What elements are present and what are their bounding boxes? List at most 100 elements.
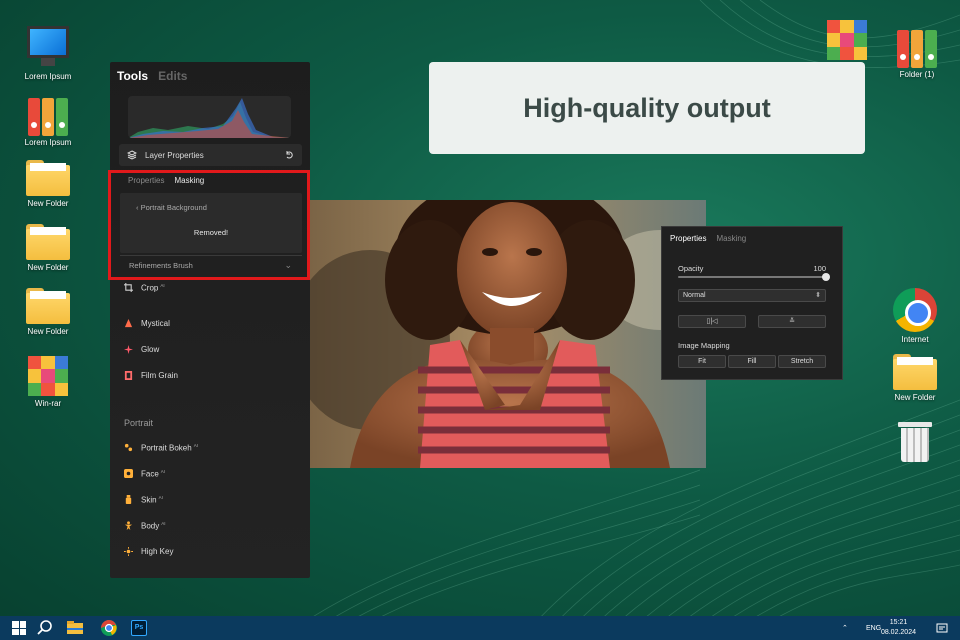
film-grain-icon [124,371,133,380]
tab-edits[interactable]: Edits [158,69,187,83]
desktop-icon-new-folder-3[interactable]: New Folder [16,288,80,336]
recycle-bin-icon [898,420,932,462]
folder-icon [26,160,70,196]
winrar-icon [827,20,867,60]
slider-knob[interactable] [822,273,830,281]
chrome-icon [101,620,117,636]
glow-icon [124,345,133,354]
tool-glow[interactable]: Glow [124,345,159,354]
popup-tab-masking[interactable]: Masking [716,234,746,243]
opacity-slider[interactable] [678,273,830,281]
folder-icon [893,354,937,390]
taskbar: Ps ⌃ ENG 15:21 08.02.2024 [0,616,960,640]
desktop-icon-label: New Folder [27,327,69,336]
clock-time: 15:21 [889,619,908,626]
flip-horizontal-icon: ▯|◁ [706,318,718,325]
ps-label: Ps [134,624,144,631]
popup-tab-properties[interactable]: Properties [670,234,706,243]
image-mapping-label: Image Mapping [678,341,730,350]
tool-face[interactable]: Face AI [124,469,165,479]
flip-vertical-icon: ≚ [789,318,795,325]
mystical-icon [124,319,133,328]
tool-high-key[interactable]: High Key [124,547,173,556]
desktop-icon-new-folder-1[interactable]: New Folder [16,160,80,208]
tool-label: Film Grain [141,371,178,380]
mapping-fill-button[interactable]: Fill [728,355,776,368]
tool-portrait-bokeh[interactable]: Portrait Bokeh AI [124,443,198,453]
notifications-button[interactable] [936,616,948,640]
body-icon [124,521,133,531]
tab-tools[interactable]: Tools [117,69,148,83]
desktop-icon-label: New Folder [27,199,69,208]
layers-icon [127,150,137,160]
binders-icon [895,28,939,68]
start-button[interactable] [10,619,28,637]
chrome-taskbar-button[interactable] [100,619,118,637]
flip-horizontal-button[interactable]: ▯|◁ [678,315,746,328]
blend-mode-value: Normal [683,292,706,299]
tool-label: Skin [141,495,157,505]
mapping-stretch-button[interactable]: Stretch [778,355,826,368]
language-indicator[interactable]: ENG [866,616,881,640]
folder-icon [26,224,70,260]
file-explorer-icon [67,621,83,634]
desktop-icon-recycle-bin[interactable] [883,420,947,465]
desktop-icon-lorem-ipsum-2[interactable]: Lorem Ipsum [16,96,80,147]
highlight-frame [108,170,310,280]
photoshop-button[interactable]: Ps [130,619,148,637]
crop-icon [124,283,133,293]
headline-card: High-quality output [429,62,865,154]
ai-badge: AI [161,521,166,526]
chevron-updown-icon: ⬍ [815,292,821,299]
language-label: ENG [866,624,882,632]
tool-label: Face [141,469,159,479]
high-key-icon [124,547,133,556]
desktop-icon-folder-1[interactable]: Folder (1) [885,28,949,79]
notification-icon [936,623,948,633]
section-portrait: Portrait [124,418,154,428]
desktop-icon-lorem-ipsum-1[interactable]: Lorem Ipsum [16,26,80,81]
search-icon [37,620,52,635]
file-explorer-button[interactable] [66,619,84,637]
folder-icon [26,288,70,324]
skin-icon [125,495,132,505]
tool-crop[interactable]: Crop AI [124,283,165,293]
tool-body[interactable]: Body AI [124,521,166,531]
undo-icon[interactable] [284,150,294,160]
desktop-icon-label: Lorem Ipsum [24,72,72,81]
tool-mystical[interactable]: Mystical [124,319,170,328]
ai-badge: AI [193,443,198,448]
desktop-icon-internet[interactable]: Internet [883,288,947,344]
tool-skin[interactable]: Skin AI [124,495,163,505]
portrait-photo [310,200,706,468]
face-icon [124,469,133,479]
layer-properties-bar[interactable]: Layer Properties [119,144,302,166]
tool-label: High Key [141,547,174,556]
tool-film-grain[interactable]: Film Grain [124,371,178,380]
computer-icon [25,26,71,70]
histogram [128,96,291,138]
clock-date: 08.02.2024 [880,629,916,636]
desktop-icon-label: New Folder [894,393,936,402]
blend-mode-select[interactable]: Normal ⬍ [678,289,826,302]
tool-label: Crop [141,283,159,293]
ai-badge: AI [160,283,165,288]
opacity-label: Opacity [678,264,704,273]
tool-label: Glow [141,345,160,354]
properties-popup: Properties Masking Opacity 100 Normal ⬍ … [661,226,843,380]
binders-icon [26,96,70,136]
clock[interactable]: 15:21 08.02.2024 [881,618,916,638]
photoshop-icon: Ps [131,620,147,636]
desktop-icon-win-rar[interactable]: Win-rar [16,356,80,408]
winrar-icon [28,356,68,396]
flip-vertical-button[interactable]: ≚ [758,315,826,328]
chrome-icon [893,288,937,332]
search-button[interactable] [36,619,54,637]
desktop-icon-label: Win-rar [34,399,62,408]
desktop-icon-new-folder-right[interactable]: New Folder [883,354,947,402]
tray-chevron[interactable]: ⌃ [842,616,848,640]
start-icon [12,621,26,635]
mapping-fit-button[interactable]: Fit [678,355,726,368]
desktop-icon-label: Folder (1) [899,70,935,79]
desktop-icon-new-folder-2[interactable]: New Folder [16,224,80,272]
